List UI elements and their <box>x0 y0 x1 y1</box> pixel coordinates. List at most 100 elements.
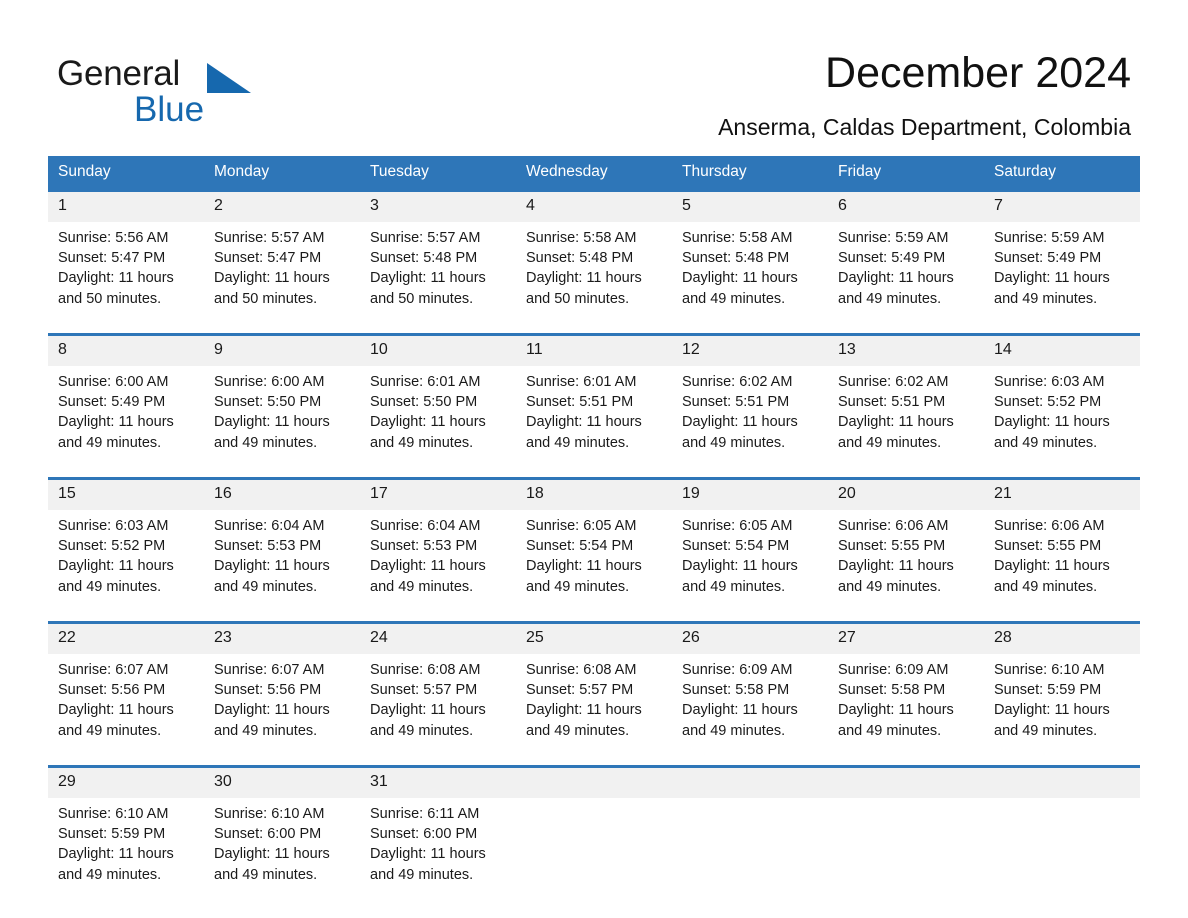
sunrise-text: Sunrise: 6:09 AM <box>682 662 793 678</box>
daylight-text-line2: and 50 minutes. <box>526 290 630 307</box>
day-number[interactable]: 24 <box>360 624 516 654</box>
day-cell[interactable]: Sunrise: 6:02 AM Sunset: 5:51 PM Daylight:… <box>672 366 828 466</box>
sunrise-text: Sunrise: 6:09 AM <box>838 662 949 678</box>
sunset-text: Sunset: 5:53 PM <box>370 538 478 555</box>
day-cell[interactable]: Sunrise: 5:57 AM Sunset: 5:48 PM Daylight:… <box>360 222 516 322</box>
day-info-row: Sunrise: 6:00 AM Sunset: 5:49 PM Daylight:… <box>48 366 1140 466</box>
day-cell[interactable]: Sunrise: 6:08 AM Sunset: 5:57 PM Daylight:… <box>360 654 516 754</box>
day-number[interactable]: 31 <box>360 768 516 798</box>
day-number[interactable]: 23 <box>204 624 360 654</box>
weekday-header-wednesday: Wednesday <box>516 156 672 189</box>
sunrise-text: Sunrise: 6:10 AM <box>58 806 169 822</box>
day-cell[interactable]: Sunrise: 5:57 AM Sunset: 5:47 PM Daylight:… <box>204 222 360 322</box>
day-number[interactable]: 12 <box>672 336 828 366</box>
daylight-text-line2: and 50 minutes. <box>370 290 474 307</box>
daylight-text-line2: and 49 minutes. <box>370 722 474 739</box>
day-cell[interactable]: Sunrise: 6:10 AM Sunset: 5:59 PM Daylight:… <box>48 798 204 898</box>
day-number[interactable]: 2 <box>204 192 360 222</box>
day-cell-empty <box>828 798 984 898</box>
day-number[interactable]: 4 <box>516 192 672 222</box>
day-cell[interactable]: Sunrise: 6:08 AM Sunset: 5:57 PM Daylight:… <box>516 654 672 754</box>
day-cell[interactable]: Sunrise: 6:09 AM Sunset: 5:58 PM Daylight:… <box>672 654 828 754</box>
sunset-text: Sunset: 5:50 PM <box>370 394 478 411</box>
day-cell[interactable]: Sunrise: 5:58 AM Sunset: 5:48 PM Daylight:… <box>516 222 672 322</box>
sunset-text: Sunset: 5:55 PM <box>994 538 1102 555</box>
day-number[interactable]: 20 <box>828 480 984 510</box>
day-number[interactable]: 14 <box>984 336 1140 366</box>
sunrise-text: Sunrise: 6:04 AM <box>214 518 325 534</box>
day-cell[interactable]: Sunrise: 6:05 AM Sunset: 5:54 PM Daylight:… <box>672 510 828 610</box>
day-number[interactable]: 21 <box>984 480 1140 510</box>
page-title: December 2024 <box>825 49 1131 97</box>
sunrise-text: Sunrise: 6:07 AM <box>58 662 169 678</box>
day-cell[interactable]: Sunrise: 6:06 AM Sunset: 5:55 PM Daylight:… <box>984 510 1140 610</box>
day-cell[interactable]: Sunrise: 5:59 AM Sunset: 5:49 PM Daylight:… <box>984 222 1140 322</box>
weekday-header-sunday: Sunday <box>48 156 204 189</box>
day-number[interactable]: 7 <box>984 192 1140 222</box>
day-number[interactable]: 11 <box>516 336 672 366</box>
daylight-text-line1: Daylight: 11 hours <box>682 702 798 719</box>
sunset-text: Sunset: 5:53 PM <box>214 538 322 555</box>
day-number[interactable]: 28 <box>984 624 1140 654</box>
day-number[interactable]: 8 <box>48 336 204 366</box>
day-cell[interactable]: Sunrise: 6:00 AM Sunset: 5:49 PM Daylight:… <box>48 366 204 466</box>
sunrise-text: Sunrise: 5:56 AM <box>58 230 169 246</box>
day-cell[interactable]: Sunrise: 5:56 AM Sunset: 5:47 PM Daylight:… <box>48 222 204 322</box>
day-cell[interactable]: Sunrise: 6:09 AM Sunset: 5:58 PM Daylight:… <box>828 654 984 754</box>
day-number[interactable]: 10 <box>360 336 516 366</box>
day-cell[interactable]: Sunrise: 6:06 AM Sunset: 5:55 PM Daylight:… <box>828 510 984 610</box>
day-number[interactable]: 18 <box>516 480 672 510</box>
day-cell[interactable]: Sunrise: 6:02 AM Sunset: 5:51 PM Daylight:… <box>828 366 984 466</box>
day-cell[interactable]: Sunrise: 6:01 AM Sunset: 5:51 PM Daylight:… <box>516 366 672 466</box>
day-number[interactable]: 9 <box>204 336 360 366</box>
daylight-text-line2: and 49 minutes. <box>526 578 630 595</box>
calendar-page: General Blue December 2024 Anserma, Cald… <box>0 0 1188 918</box>
daylight-text-line1: Daylight: 11 hours <box>370 846 486 863</box>
day-cell[interactable]: Sunrise: 6:10 AM Sunset: 5:59 PM Daylight:… <box>984 654 1140 754</box>
sunset-text: Sunset: 5:49 PM <box>838 250 946 267</box>
day-cell[interactable]: Sunrise: 6:07 AM Sunset: 5:56 PM Daylight:… <box>48 654 204 754</box>
calendar-table: Sunday Monday Tuesday Wednesday Thursday… <box>48 156 1140 898</box>
day-number[interactable]: 1 <box>48 192 204 222</box>
daylight-text-line1: Daylight: 11 hours <box>214 558 330 575</box>
sunrise-text: Sunrise: 6:02 AM <box>682 374 793 390</box>
day-number[interactable]: 15 <box>48 480 204 510</box>
day-cell[interactable]: Sunrise: 6:07 AM Sunset: 5:56 PM Daylight:… <box>204 654 360 754</box>
day-cell[interactable]: Sunrise: 6:10 AM Sunset: 6:00 PM Daylight:… <box>204 798 360 898</box>
day-cell[interactable]: Sunrise: 6:04 AM Sunset: 5:53 PM Daylight:… <box>360 510 516 610</box>
generalblue-logo[interactable]: General Blue <box>57 55 317 129</box>
day-number[interactable]: 26 <box>672 624 828 654</box>
daylight-text-line2: and 49 minutes. <box>994 722 1098 739</box>
day-cell[interactable]: Sunrise: 5:59 AM Sunset: 5:49 PM Daylight:… <box>828 222 984 322</box>
daylight-text-line1: Daylight: 11 hours <box>994 414 1110 431</box>
day-number[interactable]: 22 <box>48 624 204 654</box>
daylight-text-line1: Daylight: 11 hours <box>682 558 798 575</box>
day-number[interactable]: 19 <box>672 480 828 510</box>
sunset-text: Sunset: 5:51 PM <box>526 394 634 411</box>
day-number[interactable]: 25 <box>516 624 672 654</box>
sunrise-text: Sunrise: 6:01 AM <box>526 374 637 390</box>
day-number[interactable]: 27 <box>828 624 984 654</box>
day-number[interactable]: 5 <box>672 192 828 222</box>
day-info-row: Sunrise: 6:03 AM Sunset: 5:52 PM Daylight:… <box>48 510 1140 610</box>
day-cell[interactable]: Sunrise: 5:58 AM Sunset: 5:48 PM Daylight:… <box>672 222 828 322</box>
day-number[interactable]: 6 <box>828 192 984 222</box>
weekday-header-monday: Monday <box>204 156 360 189</box>
day-number[interactable]: 29 <box>48 768 204 798</box>
day-cell[interactable]: Sunrise: 6:03 AM Sunset: 5:52 PM Daylight:… <box>984 366 1140 466</box>
day-cell[interactable]: Sunrise: 6:01 AM Sunset: 5:50 PM Daylight:… <box>360 366 516 466</box>
day-number[interactable]: 13 <box>828 336 984 366</box>
day-cell[interactable]: Sunrise: 6:11 AM Sunset: 6:00 PM Daylight:… <box>360 798 516 898</box>
sunrise-text: Sunrise: 6:01 AM <box>370 374 481 390</box>
day-cell[interactable]: Sunrise: 6:05 AM Sunset: 5:54 PM Daylight:… <box>516 510 672 610</box>
day-cell[interactable]: Sunrise: 6:03 AM Sunset: 5:52 PM Daylight:… <box>48 510 204 610</box>
daylight-text-line1: Daylight: 11 hours <box>994 270 1110 287</box>
day-number[interactable]: 30 <box>204 768 360 798</box>
day-cell[interactable]: Sunrise: 6:04 AM Sunset: 5:53 PM Daylight:… <box>204 510 360 610</box>
sunrise-text: Sunrise: 5:59 AM <box>994 230 1105 246</box>
day-number[interactable]: 3 <box>360 192 516 222</box>
day-cell[interactable]: Sunrise: 6:00 AM Sunset: 5:50 PM Daylight:… <box>204 366 360 466</box>
daylight-text-line1: Daylight: 11 hours <box>58 270 174 287</box>
day-number[interactable]: 17 <box>360 480 516 510</box>
day-number[interactable]: 16 <box>204 480 360 510</box>
